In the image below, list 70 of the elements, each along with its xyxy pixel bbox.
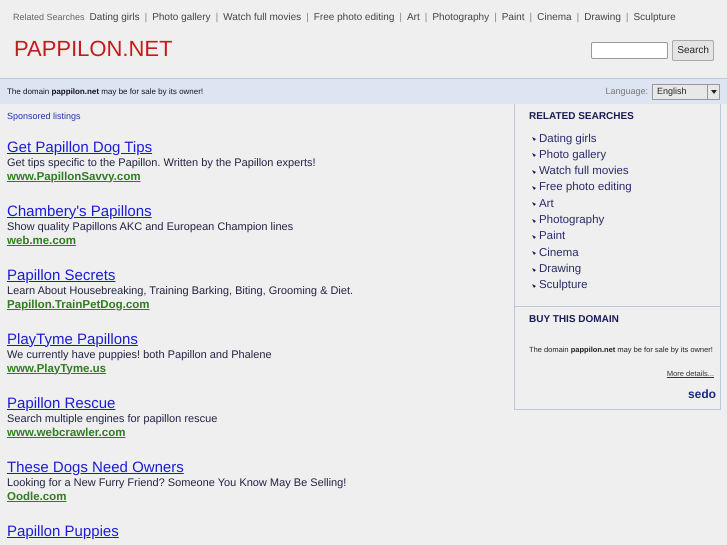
- ad-description: Learn About Housebreaking, Training Barking, Biting, Grooming & Diet.: [7, 284, 354, 298]
- related-search-link[interactable]: Drawing: [584, 10, 621, 25]
- language-select[interactable]: English: [652, 84, 720, 100]
- sponsored-listings-label: Sponsored listings: [7, 110, 82, 123]
- related-search-link[interactable]: Art: [407, 10, 420, 25]
- related-searches-heading: RELATED SEARCHES: [529, 110, 635, 124]
- site-title: PAPPILON.NET: [14, 35, 173, 63]
- ad-title-link[interactable]: Papillon Puppies: [7, 522, 507, 540]
- bullet-arrow-icon: [532, 251, 536, 256]
- sedo-logo: sedo: [688, 386, 716, 404]
- related-search-link[interactable]: Dating girls: [539, 130, 597, 148]
- separator: |: [399, 11, 402, 25]
- related-search-link[interactable]: Photography: [432, 10, 490, 25]
- related-search-link[interactable]: Drawing: [539, 260, 582, 278]
- ad-title-link[interactable]: These Dogs Need Owners: [7, 458, 507, 476]
- search-button[interactable]: Search: [672, 40, 714, 61]
- ad-title-link[interactable]: Papillon Rescue: [7, 394, 507, 412]
- separator: |: [626, 11, 628, 25]
- separator: |: [306, 11, 309, 25]
- ad-title-link[interactable]: Papillon Secrets: [7, 266, 507, 284]
- bullet-arrow-icon: [532, 170, 536, 174]
- related-search-link[interactable]: Sculpture: [634, 10, 676, 25]
- ad-url-link[interactable]: Oodle.com: [7, 490, 507, 504]
- bullet-arrow-icon: [532, 202, 536, 206]
- ad-title-link[interactable]: Chambery's Papillons: [7, 202, 507, 220]
- related-search-link[interactable]: Watch full movies: [223, 10, 302, 25]
- related-search-link[interactable]: Photo gallery: [539, 146, 606, 164]
- related-search-link[interactable]: Watch full movies: [539, 163, 629, 180]
- ad-url-link[interactable]: Papillon.TrainPetDog.com: [7, 298, 507, 312]
- bullet-arrow-icon: [532, 268, 536, 272]
- ad-description: Get tips specific to the Papillon. Written by the Papillon experts!: [7, 156, 317, 170]
- bullet-arrow-icon: [532, 153, 536, 158]
- related-search-link[interactable]: Cinema: [537, 10, 572, 25]
- bullet-arrow-icon: [532, 137, 536, 142]
- buy-domain-heading: BUY THIS DOMAIN: [529, 313, 620, 327]
- ad-title-link[interactable]: Get Papillon Dog Tips: [7, 138, 507, 156]
- ad-url-link[interactable]: www.webcrawler.com: [7, 426, 507, 440]
- bullet-arrow-icon: [532, 284, 536, 288]
- related-search-link[interactable]: Free photo editing: [314, 10, 394, 25]
- ad-description: Looking for a New Furry Friend? Someone You Know May Be Selling!: [7, 476, 348, 490]
- separator: |: [144, 11, 148, 25]
- related-search-link[interactable]: Photo gallery: [152, 10, 211, 25]
- bullet-arrow-icon: [532, 218, 536, 223]
- related-searches-label: Related Searches: [13, 10, 85, 24]
- separator: |: [530, 11, 532, 25]
- bullet-arrow-icon: [532, 186, 536, 190]
- ad-title-link[interactable]: PlayTyme Papillons: [7, 330, 507, 348]
- ad-description: Search multiple engines for papillon rescue: [7, 412, 218, 426]
- related-search-link[interactable]: Sculpture: [539, 277, 588, 294]
- bullet-arrow-icon: [532, 234, 536, 239]
- search-field[interactable]: [591, 42, 668, 59]
- ad-description: We currently have puppies! both Papillon and Phalene: [7, 348, 273, 362]
- ad-description: Show quality Papillons AKC and European Champion lines: [7, 220, 294, 234]
- language-label: Language:: [605, 84, 648, 98]
- related-search-link[interactable]: Photography: [539, 212, 604, 230]
- related-search-link[interactable]: Free photo editing: [539, 179, 632, 197]
- dropdown-caret-icon: [710, 90, 716, 94]
- related-search-link[interactable]: Art: [539, 196, 554, 213]
- related-search-link[interactable]: Dating girls: [90, 10, 140, 25]
- separator: |: [424, 11, 428, 25]
- ad-url-link[interactable]: www.PlayTyme.us: [7, 362, 507, 376]
- ad-url-link[interactable]: web.me.com: [7, 234, 507, 248]
- related-search-link[interactable]: Cinema: [539, 244, 579, 262]
- separator: |: [494, 11, 497, 25]
- notice-text: The domain pappilon.net may be for sale by its owner!: [7, 86, 204, 98]
- separator: |: [576, 11, 580, 25]
- related-search-link[interactable]: Paint: [539, 228, 566, 246]
- related-search-link[interactable]: Paint: [502, 10, 525, 25]
- separator: |: [216, 11, 218, 25]
- ad-url-link[interactable]: www.PapillonSavvy.com: [7, 170, 507, 184]
